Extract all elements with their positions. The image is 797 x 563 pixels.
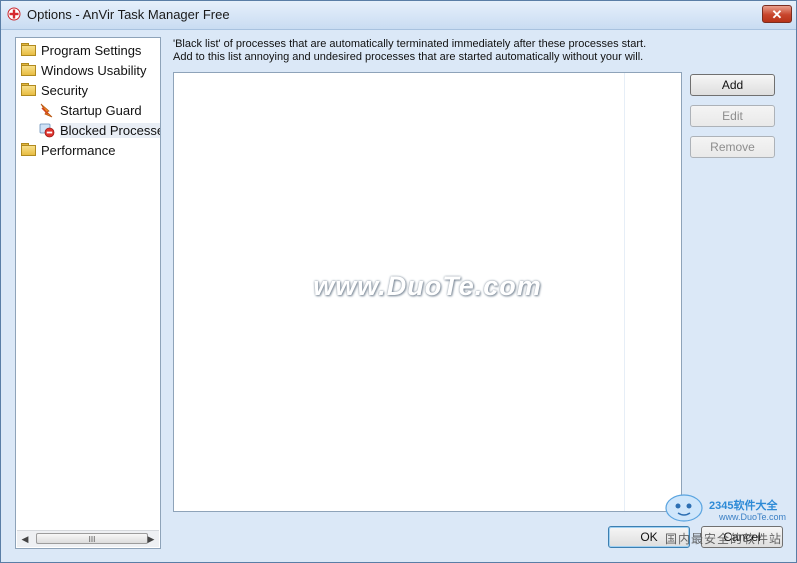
title-bar[interactable]: Options - AnVir Task Manager Free ✕ bbox=[1, 1, 796, 30]
startup-guard-icon bbox=[40, 103, 53, 118]
folder-icon bbox=[20, 82, 36, 98]
tree-item-program-settings[interactable]: Program Settings bbox=[20, 40, 141, 60]
edit-button[interactable]: Edit bbox=[690, 105, 775, 127]
scroll-thumb[interactable]: III bbox=[36, 533, 148, 544]
folder-icon bbox=[20, 62, 36, 78]
corner-overlay-text: 国内最安全的软件站 bbox=[665, 532, 783, 546]
scroll-left-arrow-icon[interactable]: ◀ bbox=[17, 531, 33, 547]
blocked-processes-list[interactable]: www.DuoTe.com bbox=[173, 72, 682, 512]
tree-item-label: Windows Usability bbox=[41, 62, 147, 78]
tree-item-label: Blocked Processes bbox=[60, 122, 160, 138]
tree-item-performance[interactable]: Performance bbox=[20, 140, 115, 160]
blocked-processes-icon bbox=[39, 123, 55, 138]
description-line-1: 'Black list' of processes that are autom… bbox=[173, 38, 647, 50]
description-line-2: Add to this list annoying and undesired … bbox=[173, 51, 644, 63]
corner-site-text: www.DuoTe.com bbox=[719, 512, 787, 522]
tree-item-blocked-processes[interactable]: Blocked Processes bbox=[39, 120, 160, 140]
blocked-processes-description: 'Black list' of processes that are autom… bbox=[173, 38, 646, 64]
tree-item-label: Performance bbox=[41, 142, 116, 158]
folder-icon bbox=[20, 42, 36, 58]
anvir-app-icon bbox=[7, 7, 21, 21]
tree-item-startup-guard[interactable]: Startup Guard bbox=[39, 100, 142, 120]
tree-item-label: Program Settings bbox=[41, 42, 142, 58]
tree-horizontal-scrollbar[interactable]: ◀ III ▶ bbox=[17, 530, 159, 547]
add-button[interactable]: Add bbox=[690, 74, 775, 96]
tree-item-security[interactable]: Security bbox=[20, 80, 88, 100]
close-button[interactable]: ✕ bbox=[762, 5, 792, 23]
tree-item-label: Security bbox=[41, 82, 88, 98]
mascot-logo-icon bbox=[665, 494, 703, 522]
window-title: Options - AnVir Task Manager Free bbox=[27, 7, 230, 22]
remove-button[interactable]: Remove bbox=[690, 136, 775, 158]
tree-item-label: Startup Guard bbox=[60, 102, 142, 118]
scroll-right-arrow-icon[interactable]: ▶ bbox=[143, 531, 159, 547]
folder-icon bbox=[20, 142, 36, 158]
tree-item-windows-usability[interactable]: Windows Usability bbox=[20, 60, 146, 80]
options-window: Options - AnVir Task Manager Free ✕ Prog… bbox=[0, 0, 797, 563]
corner-brand-text: 2345软件大全 bbox=[709, 500, 778, 512]
center-watermark: www.DuoTe.com bbox=[313, 271, 542, 301]
options-tree[interactable]: Program Settings Windows Usability Secur… bbox=[15, 37, 161, 549]
